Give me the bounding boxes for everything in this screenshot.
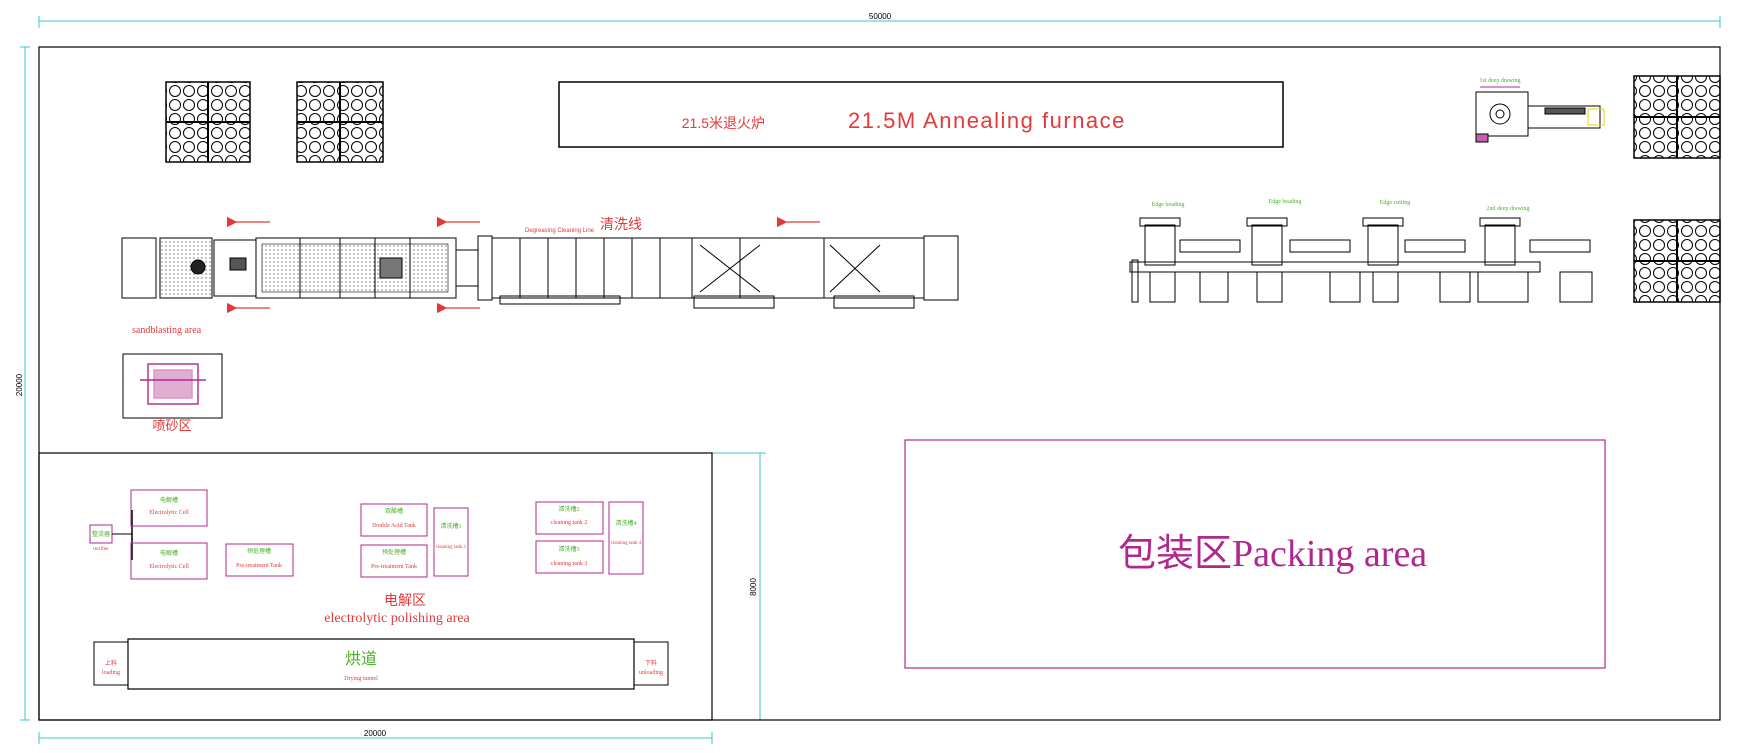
loading-label-cn: 上料 <box>105 659 117 667</box>
sandblasting-label-en: sandblasting area <box>132 325 202 336</box>
electrolytic-cell-1-en: Electrolytic Cell <box>149 510 189 516</box>
electrolytic-cell-2-cn: 电解槽 <box>160 549 178 557</box>
cleaning-tank-2-cn: 清洗槽2 <box>558 505 579 513</box>
loading-label-en: loading <box>102 670 120 676</box>
drying-tunnel <box>127 638 635 690</box>
drying-tunnel-label-en: Drying tunnel <box>344 676 378 682</box>
cleaning-tank-1-cn: 清洗槽1 <box>440 522 461 530</box>
forming-label-2: Edge beading <box>1269 199 1302 205</box>
pretreatment-tank-1-cn: 预处理槽 <box>247 547 271 555</box>
factory-boundary <box>38 46 1721 721</box>
overall-height-dimension: 20000 <box>15 373 24 396</box>
forming-top-label: 1st deep drawing <box>1480 78 1521 84</box>
cleaning-tank-3 <box>535 540 604 574</box>
unloading-label-cn: 下料 <box>645 659 657 667</box>
coil-rack-2 <box>296 81 384 163</box>
annealing-furnace-label-cn: 21.5米退火炉 <box>682 115 765 131</box>
cleaning-tank-4 <box>608 501 644 575</box>
cleaning-line-label-cn: 清洗线 <box>600 217 642 233</box>
coil-rack-3 <box>1633 75 1721 159</box>
annealing-furnace-label-en: 21.5M Annealing furnace <box>848 108 1126 133</box>
cleaning-tank-1-en: cleaning tank 1 <box>436 545 467 550</box>
coil-rack-4 <box>1633 219 1721 303</box>
ep-height-dimension: 8000 <box>749 578 758 596</box>
packing-area-label: 包装区Packing area <box>1118 533 1427 575</box>
drying-tunnel-label-cn: 烘道 <box>345 650 377 668</box>
cleaning-line-label-en: Degreasing Cleaning Line <box>525 228 595 234</box>
forming-label-3: Edge cutting <box>1380 200 1411 206</box>
cleaning-tank-1 <box>433 507 469 577</box>
overall-width-dimension: 50000 <box>869 12 892 21</box>
electrolytic-cell-2 <box>130 542 208 580</box>
forming-line-equipment <box>1129 86 1605 303</box>
cleaning-tank-4-en: cleaning tank 4 <box>611 541 642 546</box>
forming-label-4: 2nd deep drawing <box>1487 206 1530 212</box>
sandblasting-machine-detail <box>140 363 206 405</box>
cleaning-tank-4-cn: 清洗槽4 <box>615 519 636 527</box>
cleaning-tank-3-en: cleaning tank 3 <box>551 561 588 567</box>
factory-layout-plan: 50000 20000 20000 8000 21.5米退火炉 21.5M An… <box>15 12 1721 744</box>
pretreatment-tank-2-cn: 预处理槽 <box>382 548 406 556</box>
unloading-label-en: unloading <box>639 670 663 676</box>
electrolytic-cell-1 <box>130 489 208 527</box>
ep-width-dimension: 20000 <box>364 729 387 738</box>
double-acid-tank-cn: 双酸槽 <box>385 507 403 515</box>
electrolytic-cell-2-en: Electrolytic Cell <box>149 564 189 570</box>
double-acid-tank-en: Double Acid Tank <box>372 523 416 529</box>
coil-rack-1 <box>165 81 251 163</box>
cleaning-line-equipment <box>121 235 959 309</box>
sandblasting-label-cn: 喷砂区 <box>152 418 191 433</box>
rectifier-label-cn: 整流器 <box>92 530 110 538</box>
electrolytic-cell-1-cn: 电解槽 <box>160 496 178 504</box>
pretreatment-tank-1-en: Pre-treatment Tank <box>236 563 282 569</box>
cleaning-tank-2-en: cleaning tank 2 <box>551 520 588 526</box>
ep-area-label-cn: 电解区 <box>384 593 426 609</box>
forming-label-1: Edge beading <box>1152 202 1185 208</box>
rectifier-label-en: rectifier <box>93 547 109 552</box>
cleaning-tank-3-cn: 清洗槽3 <box>558 545 579 553</box>
ep-area-label-en: electrolytic polishing area <box>324 611 470 626</box>
pretreatment-tank-2-en: Pre-treatment Tank <box>371 564 417 570</box>
